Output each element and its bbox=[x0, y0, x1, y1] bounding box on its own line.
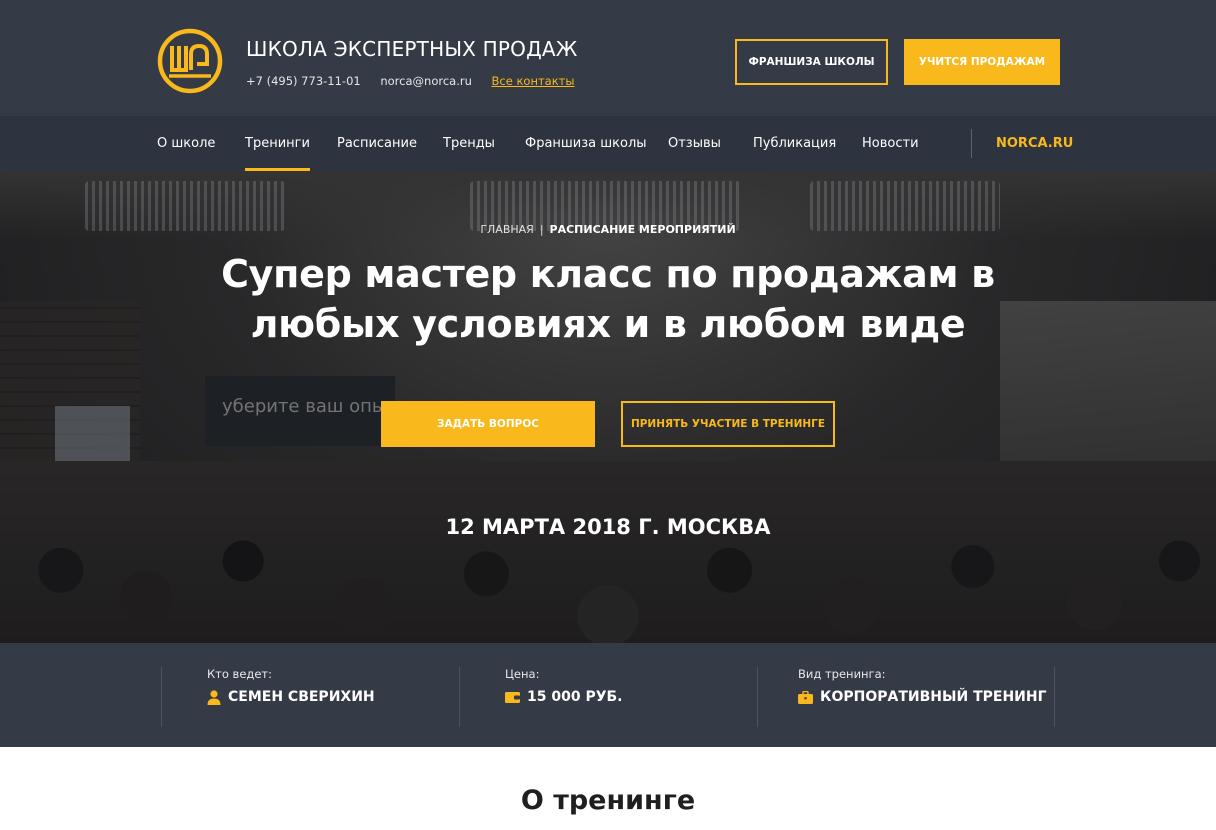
nav-item-reviews[interactable]: Отзывы bbox=[668, 116, 721, 171]
learn-sales-button[interactable]: УЧИТСЯ ПРОДАЖАМ bbox=[904, 39, 1060, 85]
nav-item-trainings[interactable]: Тренинги bbox=[245, 116, 310, 171]
host-value[interactable]: СЕМЕН СВЕРИХИН bbox=[228, 689, 375, 705]
all-contacts-link[interactable]: Все контакты bbox=[492, 74, 575, 88]
info-host: Кто ведет: СЕМЕН СВЕРИХИН bbox=[207, 667, 375, 727]
info-divider bbox=[1054, 667, 1055, 727]
about-section-title: О тренинге bbox=[520, 785, 696, 816]
site-title: ШКОЛА ЭКСПЕРТНЫХ ПРОДАЖ bbox=[246, 37, 578, 61]
type-label: Вид тренинга: bbox=[798, 667, 886, 681]
ask-question-button[interactable]: ЗАДАТЬ ВОПРОС bbox=[381, 401, 595, 447]
training-info-bar: Кто ведет: СЕМЕН СВЕРИХИН Цена: 15 000 Р… bbox=[0, 643, 1216, 747]
price-value: 15 000 РУБ. bbox=[527, 689, 623, 705]
event-date-location: 12 МАРТА 2018 Г. МОСКВА bbox=[445, 515, 771, 539]
breadcrumb-current: РАСПИСАНИЕ МЕРОПРИЯТИЙ bbox=[549, 223, 736, 236]
site-header: ШКОЛА ЭКСПЕРТНЫХ ПРОДАЖ +7 (495) 773-11-… bbox=[0, 0, 1216, 116]
info-price: Цена: 15 000 РУБ. bbox=[505, 667, 623, 727]
page-title: Супер мастер класс по продажам в любых у… bbox=[221, 252, 995, 346]
info-type: Вид тренинга: КОРПОРАТИВНЫЙ ТРЕНИНГ bbox=[798, 667, 1047, 727]
host-label: Кто ведет: bbox=[207, 667, 273, 681]
info-divider bbox=[757, 667, 758, 727]
contacts-line: +7 (495) 773-11-01 norca@norca.ru Все ко… bbox=[246, 74, 574, 88]
nav-item-franchise[interactable]: Франшиза школы bbox=[525, 116, 647, 171]
breadcrumb-home[interactable]: ГЛАВНАЯ bbox=[480, 223, 534, 236]
main-nav: О школе Тренинги Расписание Тренды Франш… bbox=[0, 116, 1216, 171]
info-divider bbox=[459, 667, 460, 727]
person-icon bbox=[207, 689, 221, 705]
breadcrumb: ГЛАВНАЯ | РАСПИСАНИЕ МЕРОПРИЯТИЙ bbox=[0, 223, 1216, 236]
hero-overlay bbox=[0, 171, 1216, 643]
price-label: Цена: bbox=[505, 667, 540, 681]
info-divider bbox=[161, 667, 162, 727]
nav-item-news[interactable]: Новости bbox=[862, 116, 919, 171]
norca-site-link[interactable]: NORCA.RU bbox=[996, 116, 1073, 171]
phone-number[interactable]: +7 (495) 773-11-01 bbox=[246, 74, 361, 88]
nav-divider bbox=[971, 129, 972, 158]
training-type-value: КОРПОРАТИВНЫЙ ТРЕНИНГ bbox=[820, 689, 1047, 705]
school-logo[interactable] bbox=[157, 28, 223, 94]
hero-section: уберите ваш опыт ГЛАВНАЯ | РАСПИСАНИЕ МЕРО… bbox=[0, 171, 1216, 643]
email-address[interactable]: norca@norca.ru bbox=[380, 74, 472, 88]
nav-item-publication[interactable]: Публикация bbox=[753, 116, 836, 171]
franchise-button[interactable]: ФРАНШИЗА ШКОЛЫ bbox=[735, 39, 888, 85]
nav-item-about[interactable]: О школе bbox=[157, 116, 215, 171]
breadcrumb-separator: | bbox=[539, 223, 544, 236]
wallet-icon bbox=[505, 692, 520, 703]
join-training-button[interactable]: ПРИНЯТЬ УЧАСТИЕ В ТРЕНИНГЕ bbox=[621, 401, 835, 447]
nav-item-trends[interactable]: Тренды bbox=[443, 116, 495, 171]
briefcase-icon bbox=[798, 690, 813, 704]
nav-item-schedule[interactable]: Расписание bbox=[337, 116, 417, 171]
